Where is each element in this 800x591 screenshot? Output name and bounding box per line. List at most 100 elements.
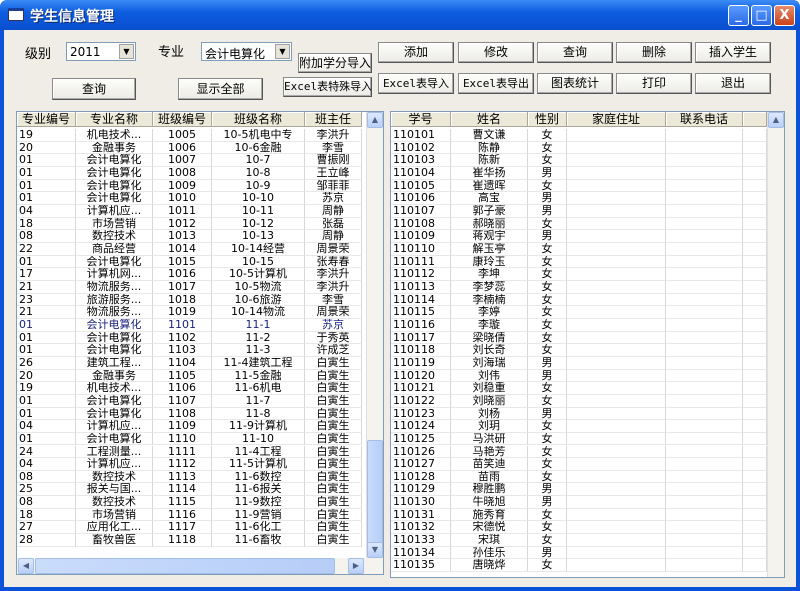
table-cell: 邹菲菲 bbox=[305, 179, 362, 193]
table-cell: 110105 bbox=[391, 179, 451, 193]
modify-button[interactable]: 修改 bbox=[458, 42, 534, 63]
table-cell: 01 bbox=[17, 192, 76, 205]
scroll-up-icon[interactable]: ▲ bbox=[367, 112, 383, 128]
table-cell: 11-2 bbox=[212, 331, 305, 345]
vertical-scrollbar[interactable]: ▲ ▼ bbox=[366, 112, 383, 558]
table-cell: 物流服务... bbox=[76, 280, 153, 294]
grade-select[interactable]: 2011 ▼ bbox=[66, 42, 136, 61]
table-cell: 白寅生 bbox=[305, 420, 362, 433]
table-cell bbox=[567, 508, 666, 522]
delete-button[interactable]: 删除 bbox=[616, 42, 692, 63]
table-cell: 郝晓丽 bbox=[451, 217, 528, 231]
column-header[interactable]: 班级名称 bbox=[212, 112, 305, 127]
print-button[interactable]: 打印 bbox=[616, 73, 692, 94]
table-cell: 01 bbox=[17, 344, 76, 357]
query-class-button[interactable]: 查询 bbox=[52, 78, 136, 100]
table-cell: 女 bbox=[528, 154, 567, 167]
table-cell: 白寅生 bbox=[305, 407, 362, 421]
maximize-button[interactable]: □ bbox=[751, 5, 772, 26]
scroll-left-icon[interactable]: ◀ bbox=[18, 558, 34, 574]
table-cell: 周景荣 bbox=[305, 242, 362, 256]
exit-button[interactable]: 退出 bbox=[695, 73, 771, 94]
table-cell: 王立峰 bbox=[305, 166, 362, 180]
column-header[interactable]: 学号 bbox=[391, 112, 451, 127]
class-table[interactable]: 28 畜牧兽医 1118 11-6畜牧 白寅生 27 应用化工... 1117 11-6化工 白寅… bbox=[16, 111, 384, 575]
table-cell: 04 bbox=[17, 420, 76, 433]
table-cell bbox=[666, 508, 743, 522]
table-cell: 11-4建筑工程 bbox=[212, 356, 305, 370]
table-cell: 11-3 bbox=[212, 344, 305, 357]
table-cell: 110125 bbox=[391, 432, 451, 446]
scroll-down-icon[interactable]: ▼ bbox=[367, 542, 383, 558]
table-cell: 110101 bbox=[391, 129, 451, 142]
table-cell: 白寅生 bbox=[305, 534, 362, 547]
table-cell: 曹振刚 bbox=[305, 154, 362, 167]
table-cell: 1118 bbox=[153, 534, 212, 547]
table-cell bbox=[743, 230, 767, 243]
table-cell: 应用化工... bbox=[76, 521, 153, 535]
chevron-down-icon[interactable]: ▼ bbox=[119, 44, 134, 59]
column-header[interactable]: 家庭住址 bbox=[567, 112, 666, 127]
scroll-thumb[interactable] bbox=[367, 440, 383, 544]
table-cell bbox=[567, 432, 666, 446]
chart-stats-button[interactable]: 图表统计 bbox=[537, 73, 613, 94]
student-table[interactable]: 110135 唐晓烨女 110134 孙佳乐男 110133 宋琪女 110132 宋德悦女 1… bbox=[390, 111, 785, 578]
vertical-scrollbar[interactable]: ▲ bbox=[767, 112, 784, 577]
scroll-up-icon[interactable]: ▲ bbox=[768, 112, 784, 128]
table-cell bbox=[743, 293, 767, 307]
close-button[interactable]: X bbox=[774, 5, 795, 26]
minimize-button[interactable]: _ bbox=[728, 5, 749, 26]
table-cell bbox=[743, 141, 767, 155]
add-button[interactable]: 添加 bbox=[378, 42, 454, 63]
client-area: 级别 2011 ▼ 专业 会计电算化 ▼ 查询 显示全部 附加学分导入 Exce… bbox=[4, 30, 796, 587]
table-cell bbox=[666, 268, 743, 281]
excel-export-button[interactable]: Excel表导出 bbox=[458, 73, 534, 94]
table-cell bbox=[743, 129, 767, 142]
table-cell: 男 bbox=[528, 204, 567, 218]
table-cell bbox=[666, 546, 743, 560]
table-cell: 1008 bbox=[153, 166, 212, 180]
column-header[interactable]: 姓名 bbox=[451, 112, 528, 127]
insert-student-button[interactable]: 插入学生 bbox=[695, 42, 771, 63]
table-cell: 1116 bbox=[153, 508, 212, 522]
table-cell: 1019 bbox=[153, 306, 212, 319]
column-header[interactable]: 班主任 bbox=[305, 112, 362, 127]
table-cell bbox=[666, 407, 743, 421]
table-cell bbox=[743, 369, 767, 383]
column-header[interactable]: 性别 bbox=[528, 112, 567, 127]
column-header[interactable]: 联系电话 bbox=[666, 112, 743, 127]
table-cell: 白寅生 bbox=[305, 432, 362, 446]
horizontal-scrollbar[interactable]: ◀ ▶ bbox=[17, 558, 383, 574]
scroll-thumb[interactable] bbox=[35, 558, 335, 574]
table-cell: 110131 bbox=[391, 508, 451, 522]
table-cell: 1011 bbox=[153, 204, 212, 218]
table-cell bbox=[567, 521, 666, 535]
column-header[interactable]: 专业编号 bbox=[17, 112, 76, 127]
column-header[interactable]: 专业名称 bbox=[76, 112, 153, 127]
major-select[interactable]: 会计电算化 ▼ bbox=[201, 42, 292, 61]
table-cell: 女 bbox=[528, 255, 567, 269]
excel-special-import-button[interactable]: Excel表特殊导入 bbox=[283, 77, 372, 97]
table-cell bbox=[743, 356, 767, 370]
table-cell: 08 bbox=[17, 470, 76, 484]
table-cell bbox=[567, 331, 666, 345]
table-cell: 女 bbox=[528, 293, 567, 307]
table-cell: 04 bbox=[17, 204, 76, 218]
table-cell bbox=[666, 394, 743, 408]
table-cell bbox=[567, 407, 666, 421]
extra-credit-import-button[interactable]: 附加学分导入 bbox=[298, 53, 372, 73]
show-all-button[interactable]: 显示全部 bbox=[178, 78, 263, 100]
column-header[interactable]: 班级编号 bbox=[153, 112, 212, 127]
table-cell bbox=[743, 280, 767, 294]
table-cell bbox=[666, 230, 743, 243]
excel-import-button[interactable]: Excel表导入 bbox=[378, 73, 454, 94]
table-cell: 1117 bbox=[153, 521, 212, 535]
table-cell bbox=[567, 230, 666, 243]
table-cell bbox=[567, 546, 666, 560]
chevron-down-icon[interactable]: ▼ bbox=[275, 44, 290, 59]
query-button[interactable]: 查询 bbox=[537, 42, 613, 63]
table-cell: 1114 bbox=[153, 483, 212, 497]
column-header[interactable] bbox=[743, 112, 767, 127]
table-cell: 110113 bbox=[391, 280, 451, 294]
scroll-right-icon[interactable]: ▶ bbox=[348, 558, 364, 574]
